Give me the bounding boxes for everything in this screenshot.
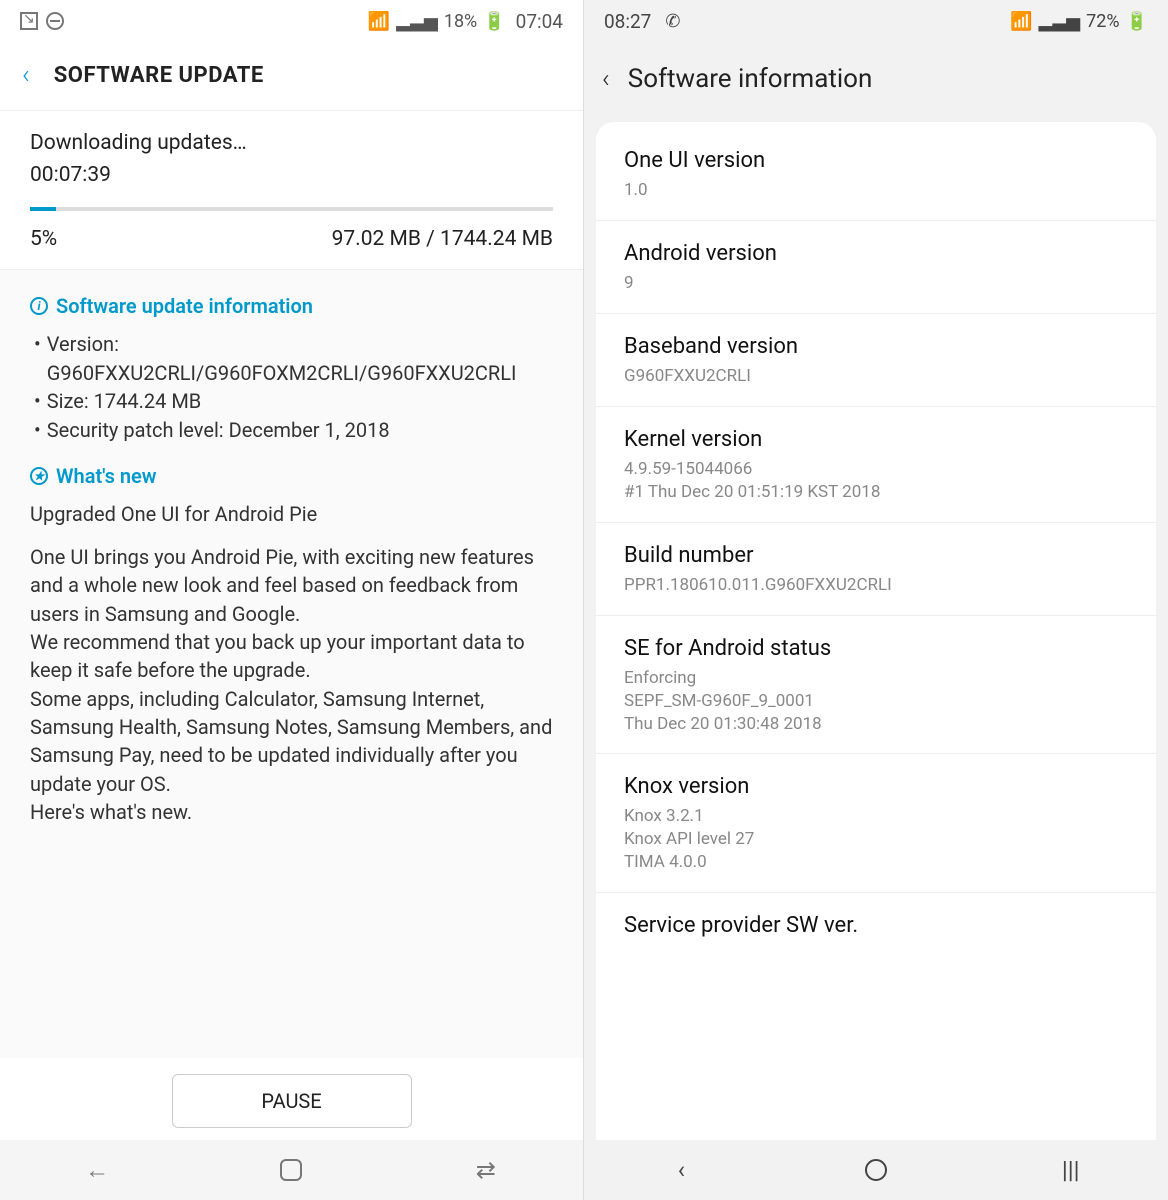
wn-headline: Upgraded One UI for Android Pie xyxy=(30,500,553,528)
row-provider[interactable]: Service provider SW ver. xyxy=(596,893,1156,962)
back-button[interactable]: ‹ xyxy=(22,60,30,90)
baseband-value: G960FXXU2CRLI xyxy=(624,365,1128,388)
progress-fill xyxy=(30,207,56,211)
patch-row: Security patch level: December 1, 2018 xyxy=(47,416,390,444)
nav-bar: ‹ ||| xyxy=(584,1140,1168,1200)
row-kernel[interactable]: Kernel version 4.9.59-15044066 #1 Thu De… xyxy=(596,407,1156,523)
wifi-icon: 📶 xyxy=(368,11,390,32)
header: ‹ Software information xyxy=(584,42,1168,122)
info-icon: i xyxy=(30,297,48,315)
download-elapsed: 00:07:39 xyxy=(30,163,553,187)
status-bar: 📶 ▂▃▅ 18% 🔋 07:04 xyxy=(0,0,583,42)
download-label: Downloading updates… xyxy=(30,131,553,155)
patch-label: Security patch level: xyxy=(47,418,224,442)
page-title: Software information xyxy=(628,64,873,94)
se-value3: Thu Dec 20 01:30:48 2018 xyxy=(624,713,1128,736)
row-baseband[interactable]: Baseband version G960FXXU2CRLI xyxy=(596,314,1156,407)
row-one-ui[interactable]: One UI version 1.0 xyxy=(596,128,1156,221)
size-label: Size: xyxy=(47,389,89,413)
wn-p2: We recommend that you back up your impor… xyxy=(30,628,553,685)
phone-right: 08:27 ✆ 📶 ▂▃▅ 72% 🔋 ‹ Software informati… xyxy=(584,0,1168,1200)
version-label: Version: xyxy=(47,332,119,356)
provider-label: Service provider SW ver. xyxy=(624,913,1128,938)
download-bytes: 97.02 MB / 1744.24 MB xyxy=(332,227,553,251)
wifi-icon: 📶 xyxy=(1010,11,1032,32)
whats-new-title: ★ What's new xyxy=(30,462,553,490)
kernel-value1: 4.9.59-15044066 xyxy=(624,458,1128,481)
build-value: PPR1.180610.011.G960FXXU2CRLI xyxy=(624,574,1128,597)
knox-value2: Knox API level 27 xyxy=(624,828,1128,851)
battery-pct: 72% xyxy=(1086,11,1119,32)
battery-pct: 18% xyxy=(444,11,477,32)
version-value: G960FXXU2CRLI/G960FOXM2CRLI/G960FXXU2CRL… xyxy=(47,361,517,385)
knox-value1: Knox 3.2.1 xyxy=(624,805,1128,828)
pause-button[interactable]: PAUSE xyxy=(172,1074,412,1128)
nav-recent[interactable]: ||| xyxy=(1057,1156,1085,1184)
download-notif-icon xyxy=(20,12,38,30)
wn-p1: One UI brings you Android Pie, with exci… xyxy=(30,543,553,628)
whats-new-title-text: What's new xyxy=(56,462,157,490)
star-icon: ★ xyxy=(30,467,48,485)
baseband-label: Baseband version xyxy=(624,334,1128,359)
row-android[interactable]: Android version 9 xyxy=(596,221,1156,314)
kernel-value2: #1 Thu Dec 20 01:51:19 KST 2018 xyxy=(624,481,1128,504)
call-icon: ✆ xyxy=(665,11,680,32)
se-value2: SEPF_SM-G960F_9_0001 xyxy=(624,690,1128,713)
update-info-title-text: Software update information xyxy=(56,292,313,320)
nav-home[interactable] xyxy=(277,1156,305,1184)
signal-icon: ▂▃▅ xyxy=(1039,11,1081,32)
download-percent: 5% xyxy=(30,227,57,251)
version-row: Version: G960FXXU2CRLI/G960FOXM2CRLI/G96… xyxy=(47,330,553,387)
kernel-label: Kernel version xyxy=(624,427,1128,452)
nav-bar: ← ⇄ xyxy=(0,1140,583,1200)
row-se[interactable]: SE for Android status Enforcing SEPF_SM-… xyxy=(596,616,1156,755)
info-card: One UI version 1.0 Android version 9 Bas… xyxy=(596,122,1156,1140)
nav-back[interactable]: ← xyxy=(83,1156,111,1184)
knox-label: Knox version xyxy=(624,774,1128,799)
wn-p4: Here's what's new. xyxy=(30,798,553,826)
android-label: Android version xyxy=(624,241,1128,266)
android-value: 9 xyxy=(624,272,1128,295)
size-value: 1744.24 MB xyxy=(94,389,202,413)
progress-bar xyxy=(30,207,553,211)
content: Downloading updates… 00:07:39 5% 97.02 M… xyxy=(0,110,583,1140)
one-ui-label: One UI version xyxy=(624,148,1128,173)
status-time: 07:04 xyxy=(516,10,563,33)
battery-icon: 🔋 xyxy=(1126,11,1148,32)
pause-area: PAUSE xyxy=(0,1058,583,1140)
row-build[interactable]: Build number PPR1.180610.011.G960FXXU2CR… xyxy=(596,523,1156,616)
signal-icon: ▂▃▅ xyxy=(396,11,438,32)
battery-icon: 🔋 xyxy=(483,11,505,32)
se-label: SE for Android status xyxy=(624,636,1128,661)
patch-value: December 1, 2018 xyxy=(229,418,390,442)
back-button[interactable]: ‹ xyxy=(602,64,610,94)
wn-p3: Some apps, including Calculator, Samsung… xyxy=(30,685,553,799)
update-info-section: i Software update information •Version: … xyxy=(0,270,583,1058)
nav-recent[interactable]: ⇄ xyxy=(472,1156,500,1184)
se-value1: Enforcing xyxy=(624,667,1128,690)
dnd-icon xyxy=(46,12,64,30)
status-time: 08:27 xyxy=(604,10,651,33)
nav-home[interactable] xyxy=(862,1156,890,1184)
one-ui-value: 1.0 xyxy=(624,179,1128,202)
row-knox[interactable]: Knox version Knox 3.2.1 Knox API level 2… xyxy=(596,754,1156,893)
knox-value3: TIMA 4.0.0 xyxy=(624,851,1128,874)
size-row: Size: 1744.24 MB xyxy=(47,387,202,415)
phone-left: 📶 ▂▃▅ 18% 🔋 07:04 ‹ SOFTWARE UPDATE Down… xyxy=(0,0,584,1200)
status-bar: 08:27 ✆ 📶 ▂▃▅ 72% 🔋 xyxy=(584,0,1168,42)
download-progress-section: Downloading updates… 00:07:39 5% 97.02 M… xyxy=(0,110,583,270)
nav-back[interactable]: ‹ xyxy=(667,1156,695,1184)
page-title: SOFTWARE UPDATE xyxy=(54,63,264,88)
header: ‹ SOFTWARE UPDATE xyxy=(0,42,583,110)
update-info-title: i Software update information xyxy=(30,292,553,320)
build-label: Build number xyxy=(624,543,1128,568)
